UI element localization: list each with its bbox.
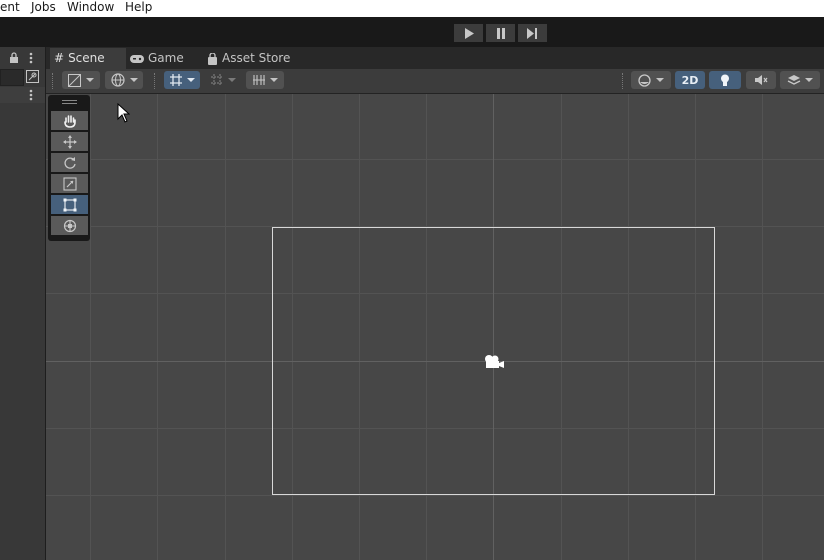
- global-view-dropdown[interactable]: [105, 71, 143, 89]
- grid-snap-icon: [170, 74, 182, 86]
- chevron-down-icon: [86, 78, 94, 82]
- grid-lines-icon: [253, 75, 265, 85]
- hierarchy-scene-row[interactable]: [0, 87, 45, 103]
- globe-icon: [110, 73, 125, 87]
- camera-gizmo-icon[interactable]: [483, 354, 505, 370]
- shaded-mode-icon: [68, 73, 81, 87]
- rect-tool-button[interactable]: [51, 195, 88, 214]
- pause-icon: [496, 27, 505, 39]
- scale-tool-button[interactable]: [51, 174, 88, 193]
- grid-visibility-dropdown[interactable]: [246, 71, 284, 89]
- tab-scene-label: Scene: [68, 51, 105, 65]
- hand-tool-button[interactable]: [51, 111, 88, 130]
- step-icon: [527, 27, 537, 39]
- scene-hash-icon: #: [54, 51, 65, 65]
- tab-game-label: Game: [148, 51, 184, 65]
- chevron-down-icon: [270, 78, 278, 82]
- hierarchy-search-input[interactable]: [0, 69, 24, 86]
- sphere-icon: [638, 73, 651, 87]
- 2d-mode-toggle[interactable]: 2D: [675, 71, 705, 89]
- rotate-icon: [63, 156, 76, 169]
- menu-bar: ent Jobs Window Help: [0, 0, 824, 17]
- transform-icon: [63, 219, 76, 232]
- step-button[interactable]: [518, 24, 547, 42]
- play-toolbar: [0, 17, 824, 47]
- play-button[interactable]: [454, 24, 483, 42]
- move-icon: [62, 134, 77, 149]
- increment-snap-icon: [211, 74, 223, 86]
- increment-snap-dropdown[interactable]: [205, 71, 241, 89]
- scene-row-menu-icon[interactable]: [28, 89, 34, 101]
- audio-toggle[interactable]: [746, 71, 776, 89]
- chevron-down-icon: [187, 78, 195, 82]
- gamepad-icon: [130, 54, 144, 63]
- panel-menu-icon[interactable]: [28, 52, 34, 64]
- menu-item-component[interactable]: ent: [0, 0, 20, 15]
- render-mode-dropdown[interactable]: [631, 71, 671, 89]
- rect-transform-icon: [63, 198, 76, 211]
- search-filter-icon[interactable]: [26, 70, 39, 83]
- palette-grip: [62, 100, 77, 101]
- menu-item-jobs[interactable]: Jobs: [31, 0, 56, 15]
- shopping-bag-icon: [208, 52, 217, 65]
- lock-icon[interactable]: [9, 52, 19, 63]
- transform-tool-button[interactable]: [51, 216, 88, 235]
- move-tool-button[interactable]: [51, 132, 88, 151]
- chevron-down-icon: [228, 78, 236, 82]
- tab-asset-store-label: Asset Store: [222, 51, 291, 65]
- tab-scene[interactable]: # Scene: [50, 48, 126, 69]
- menu-item-help[interactable]: Help: [125, 0, 152, 15]
- scene-toolbar: [46, 69, 824, 94]
- chevron-down-icon: [656, 78, 664, 82]
- toolbar-grip-2: [154, 73, 157, 89]
- chevron-down-icon: [129, 78, 138, 82]
- play-icon: [464, 27, 474, 39]
- draw-mode-dropdown[interactable]: [62, 71, 100, 89]
- grid-snapping-toggle[interactable]: [164, 71, 200, 89]
- hierarchy-panel: [0, 47, 46, 560]
- tab-game[interactable]: Game: [130, 48, 200, 69]
- effects-dropdown[interactable]: [780, 71, 820, 89]
- pause-button[interactable]: [486, 24, 515, 42]
- menu-item-window[interactable]: Window: [67, 0, 114, 15]
- scale-icon: [62, 176, 77, 191]
- toolbar-grip: [52, 73, 55, 89]
- rotate-tool-button[interactable]: [51, 153, 88, 172]
- layers-icon: [787, 75, 801, 85]
- lighting-toggle[interactable]: [709, 71, 741, 89]
- toolbar-grip-3: [622, 73, 625, 89]
- chevron-down-icon: [805, 78, 813, 82]
- hand-icon: [63, 114, 76, 128]
- lightbulb-icon: [721, 74, 729, 86]
- mouse-cursor-icon: [117, 103, 130, 123]
- tab-asset-store[interactable]: Asset Store: [207, 48, 297, 69]
- audio-mute-icon: [755, 75, 768, 85]
